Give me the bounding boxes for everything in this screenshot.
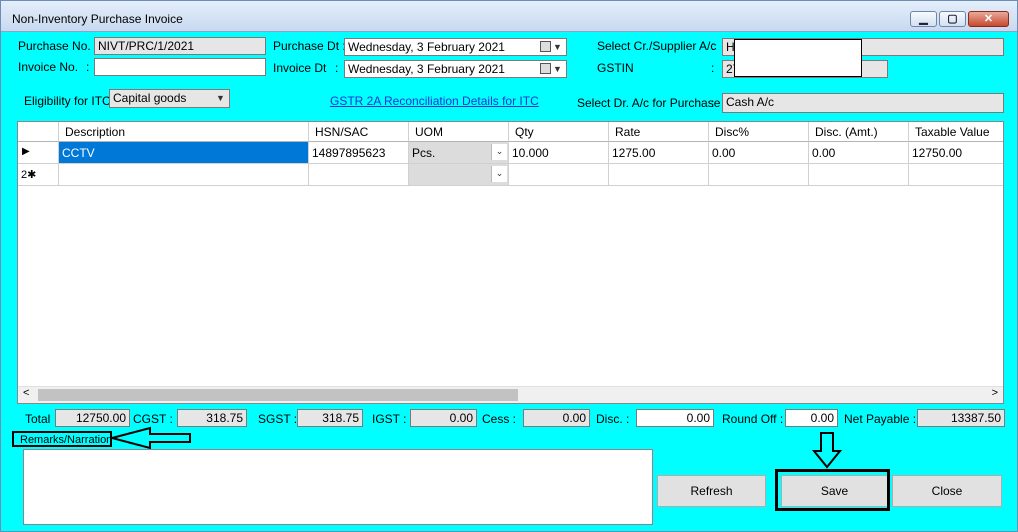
chevron-down-icon: ▼	[213, 91, 228, 106]
cell-uom-select[interactable]: Pcs. ⌄	[409, 142, 509, 164]
chevron-down-icon[interactable]: ⌄	[491, 166, 507, 182]
cell-qty[interactable]: 10.000	[509, 142, 609, 164]
cell-disc-amt[interactable]	[809, 164, 909, 186]
cell-disc-amt[interactable]: 0.00	[809, 142, 909, 164]
col-header-rate[interactable]: Rate	[609, 122, 709, 142]
col-header-hsn[interactable]: HSN/SAC	[309, 122, 409, 142]
save-highlight-annotation	[775, 469, 890, 511]
window-title: Non-Inventory Purchase Invoice	[12, 12, 183, 26]
itc-value: Capital goods	[113, 91, 187, 105]
cell-description[interactable]	[59, 164, 309, 186]
itc-select[interactable]: Capital goods ▼	[109, 89, 230, 108]
col-header-disc-pct[interactable]: Disc%	[709, 122, 809, 142]
dr-account-colon: :	[711, 96, 715, 110]
items-grid[interactable]: Description HSN/SAC UOM Qty Rate Disc% D…	[17, 121, 1004, 404]
igst-field: 0.00	[410, 409, 477, 427]
invoice-dt-value: Wednesday, 3 February 2021	[348, 62, 505, 76]
disc-label: Disc. :	[596, 412, 630, 426]
cell-taxable[interactable]	[909, 164, 1003, 186]
row-header-corner	[18, 122, 59, 142]
horizontal-scrollbar[interactable]: < >	[18, 386, 1003, 403]
col-header-uom[interactable]: UOM	[409, 122, 509, 142]
cell-uom-select[interactable]: ⌄	[409, 164, 509, 186]
minimize-icon: ▁	[919, 13, 928, 25]
invoice-window: Non-Inventory Purchase Invoice ▁ ▢ ✕ Pur…	[0, 0, 1018, 532]
scroll-right-icon[interactable]: >	[992, 387, 998, 399]
round-off-input[interactable]: 0.00	[785, 409, 838, 427]
disc-input[interactable]: 0.00	[636, 409, 714, 427]
total-field: 12750.00	[55, 409, 130, 427]
invoice-dt-colon: :	[335, 61, 339, 75]
cell-hsn[interactable]	[309, 164, 409, 186]
minimize-button[interactable]: ▁	[910, 11, 937, 27]
cell-rate[interactable]	[609, 164, 709, 186]
purchase-dt-label: Purchase Dt :	[273, 39, 346, 53]
supplier-colon: :	[711, 39, 715, 53]
cell-disc-pct[interactable]	[709, 164, 809, 186]
invoice-no-input[interactable]	[94, 58, 266, 76]
refresh-button[interactable]: Refresh	[657, 475, 766, 507]
new-row-indicator[interactable]: 2✱	[18, 164, 59, 186]
col-header-disc-amt[interactable]: Disc. (Amt.)	[809, 122, 909, 142]
cgst-field: 318.75	[177, 409, 247, 427]
cell-taxable[interactable]: 12750.00	[909, 142, 1003, 164]
net-payable-field: 13387.50	[917, 409, 1005, 427]
cell-uom-value: Pcs.	[412, 146, 436, 160]
title-bar: Non-Inventory Purchase Invoice ▁ ▢ ✕	[1, 1, 1017, 32]
down-arrow-annotation	[812, 432, 842, 469]
invoice-no-label: Invoice No.	[18, 60, 79, 74]
sgst-label: SGST :	[258, 412, 298, 426]
row-indicator[interactable]: ▶	[18, 142, 59, 164]
gstr-2a-link[interactable]: GSTR 2A Reconciliation Details for ITC	[330, 94, 539, 108]
cgst-label: CGST :	[133, 412, 173, 426]
total-label: Total	[25, 412, 51, 426]
close-icon: ✕	[983, 13, 994, 25]
dr-account-label: Select Dr. A/c for Purchase	[577, 96, 721, 110]
purchase-dt-value: Wednesday, 3 February 2021	[348, 40, 505, 54]
chevron-down-icon[interactable]: ▼	[550, 40, 565, 54]
maximize-icon: ▢	[947, 13, 958, 25]
cess-field: 0.00	[523, 409, 590, 427]
col-header-taxable[interactable]: Taxable Value	[909, 122, 1003, 142]
left-arrow-annotation	[110, 426, 191, 450]
purchase-no-label: Purchase No. :	[18, 39, 98, 53]
col-header-qty[interactable]: Qty	[509, 122, 609, 142]
invoice-dt-picker[interactable]: Wednesday, 3 February 2021 ▼	[344, 60, 567, 78]
scroll-thumb[interactable]	[38, 389, 518, 401]
scroll-left-icon[interactable]: <	[23, 387, 29, 399]
sgst-field: 318.75	[297, 409, 363, 427]
purchase-no-field[interactable]: NIVT/PRC/1/2021	[94, 37, 266, 55]
net-payable-label: Net Payable :	[844, 412, 917, 426]
cell-rate[interactable]: 1275.00	[609, 142, 709, 164]
cell-qty[interactable]	[509, 164, 609, 186]
redaction-box	[734, 39, 862, 77]
invoice-dt-label: Invoice Dt	[273, 61, 327, 75]
round-off-label: Round Off :	[722, 412, 784, 426]
itc-label: Eligibility for ITC :	[24, 94, 118, 108]
cess-label: Cess :	[482, 412, 517, 426]
chevron-down-icon[interactable]: ⌄	[491, 144, 507, 160]
remarks-label: Remarks/Narration	[12, 431, 112, 447]
remarks-textarea[interactable]	[23, 449, 653, 525]
cell-disc-pct[interactable]: 0.00	[709, 142, 809, 164]
supplier-label: Select Cr./Supplier A/c	[597, 39, 717, 53]
purchase-dt-picker[interactable]: Wednesday, 3 February 2021 ▼	[344, 38, 567, 56]
cell-description[interactable]: CCTV	[59, 142, 309, 164]
invoice-no-colon: :	[86, 60, 90, 74]
close-window-button[interactable]: ✕	[968, 11, 1009, 27]
maximize-button[interactable]: ▢	[939, 11, 966, 27]
dr-account-field[interactable]: Cash A/c	[722, 93, 1004, 113]
close-button[interactable]: Close	[892, 475, 1002, 507]
col-header-description[interactable]: Description	[59, 122, 309, 142]
gstin-label: GSTIN	[597, 61, 634, 75]
cell-hsn[interactable]: 14897895623	[309, 142, 409, 164]
gstin-colon: :	[711, 61, 715, 75]
chevron-down-icon[interactable]: ▼	[550, 62, 565, 76]
igst-label: IGST :	[372, 412, 407, 426]
